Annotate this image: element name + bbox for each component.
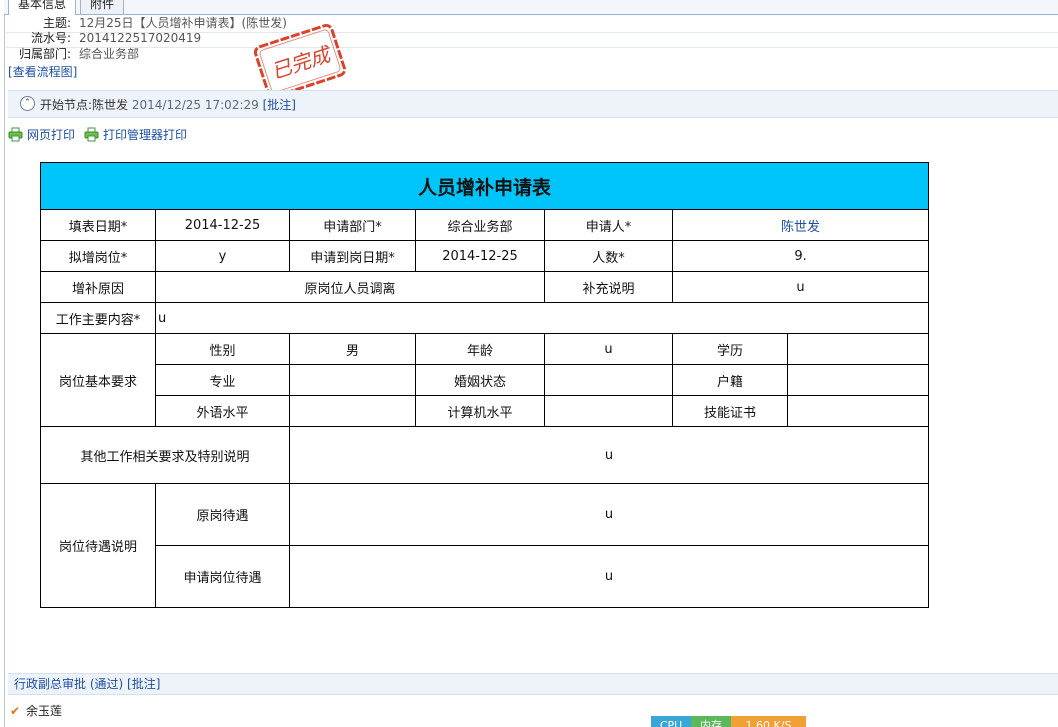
- duty-value: u: [154, 302, 930, 334]
- major-value: [289, 364, 416, 396]
- requirements-group-label: 岗位基本要求: [40, 333, 156, 427]
- serial-label: 流水号:: [30, 31, 71, 45]
- form-row: 岗位待遇说明 原岗待遇 u: [40, 483, 930, 608]
- tab-bar: 基本信息 附件: [4, 0, 1058, 15]
- form-row: 其他工作相关要求及特别说明 u: [40, 426, 930, 484]
- fill-date-value: 2014-12-25: [155, 209, 290, 241]
- arrival-date-value: 2014-12-25: [415, 240, 545, 272]
- form-row: 填表日期* 2014-12-25 申请部门* 综合业务部 申请人* 陈世发: [40, 209, 930, 241]
- position-value: y: [155, 240, 290, 272]
- subject-value: 12月25日【人员增补申请表】(陈世发): [79, 16, 287, 30]
- print-manager-label: 打印管理器打印: [103, 128, 188, 142]
- certificate-label: 技能证书: [672, 395, 788, 427]
- age-value: u: [544, 333, 673, 365]
- system-monitor-widget[interactable]: CPU 内存 1.60 K/S: [651, 716, 806, 727]
- collapse-icon[interactable]: ⌃: [20, 96, 35, 111]
- language-label: 外语水平: [155, 395, 290, 427]
- view-flowchart-link[interactable]: [查看流程图]: [8, 63, 77, 80]
- education-label: 学历: [672, 333, 788, 365]
- stamp-text: 已完成: [268, 41, 335, 83]
- reason-label: 增补原因: [40, 271, 156, 303]
- start-node-time: 2014/12/25 17:02:29: [131, 98, 259, 112]
- form-row: 外语水平 计算机水平 技能证书: [41, 395, 930, 427]
- form-row: 申请岗位待遇 u: [41, 545, 930, 608]
- applicant-label: 申请人*: [544, 209, 673, 241]
- form-row: 工作主要内容* u: [40, 302, 930, 334]
- memory-indicator: 内存: [691, 716, 731, 727]
- apply-dept-label: 申请部门*: [289, 209, 416, 241]
- check-icon: ✔: [10, 704, 21, 718]
- fill-date-label: 填表日期*: [40, 209, 156, 241]
- duty-label: 工作主要内容*: [40, 302, 156, 334]
- dept-value: 综合业务部: [79, 47, 140, 61]
- certificate-value: [786, 395, 930, 427]
- major-label: 专业: [155, 364, 290, 396]
- approver-name: 余玉莲: [26, 704, 63, 718]
- dept-label: 归属部门:: [18, 47, 71, 61]
- requested-salary-label: 申请岗位待遇: [155, 545, 290, 608]
- printer-icon: [84, 127, 99, 142]
- computer-label: 计算机水平: [415, 395, 545, 427]
- start-node-text: 开始节点:陈世发 2014/12/25 17:02:29 [批注]: [40, 96, 296, 113]
- approval-annotate-link[interactable]: [批注]: [127, 677, 160, 691]
- hukou-value: [786, 364, 930, 396]
- serial-value: 2014122517020419: [79, 31, 202, 45]
- other-requirements-value: u: [288, 426, 930, 484]
- start-node-label: 开始节点:: [40, 98, 93, 112]
- network-speed-indicator: 1.60 K/S: [731, 716, 806, 727]
- requested-salary-value: u: [288, 545, 930, 608]
- original-salary-label: 原岗待遇: [155, 483, 290, 546]
- tab-basic-info[interactable]: 基本信息: [8, 0, 77, 15]
- supplement-label: 补充说明: [544, 271, 673, 303]
- hukou-label: 户籍: [672, 364, 788, 396]
- cpu-indicator: CPU: [651, 716, 691, 727]
- salary-group-label: 岗位待遇说明: [40, 483, 156, 608]
- headcount-value: 9.: [671, 240, 930, 272]
- marital-label: 婚姻状态: [415, 364, 545, 396]
- start-node-annotate-link[interactable]: [批注]: [263, 98, 296, 112]
- gender-label: 性别: [155, 333, 290, 365]
- form-title-row: 人员增补申请表: [39, 162, 930, 210]
- gender-value: 男: [289, 333, 416, 365]
- headcount-label: 人数*: [544, 240, 673, 272]
- form-row: 拟增岗位* y 申请到岗日期* 2014-12-25 人数* 9.: [40, 240, 930, 272]
- marital-value: [544, 364, 673, 396]
- start-node-person: 陈世发: [92, 98, 129, 112]
- arrival-date-label: 申请到岗日期*: [289, 240, 416, 272]
- age-label: 年龄: [415, 333, 545, 365]
- form-row: 增补原因 原岗位人员调离 补充说明 u: [40, 271, 930, 303]
- printer-icon: [8, 127, 23, 142]
- web-print-label: 网页打印: [27, 128, 76, 142]
- approval-step-header: 行政副总审批 (通过) [批注]: [8, 673, 1058, 695]
- computer-value: [544, 395, 673, 427]
- subject-label: 主题:: [42, 16, 71, 30]
- form-row: 岗位基本要求 性别 男 年龄 u 学历: [40, 333, 930, 427]
- original-salary-value: u: [288, 483, 930, 546]
- approval-step-label: 行政副总审批 (通过): [14, 677, 124, 691]
- form-title: 人员增补申请表: [39, 162, 930, 210]
- start-node-header: ⌃ 开始节点:陈世发 2014/12/25 17:02:29 [批注]: [8, 90, 1058, 118]
- staffing-request-form: 人员增补申请表 填表日期* 2014-12-25 申请部门* 综合业务部 申请人…: [39, 162, 930, 608]
- approval-step-text: 行政副总审批 (通过) [批注]: [14, 674, 160, 694]
- form-row: 专业 婚姻状态 户籍: [41, 364, 930, 396]
- apply-dept-value: 综合业务部: [415, 209, 545, 241]
- tab-attachments[interactable]: 附件: [80, 0, 125, 14]
- position-label: 拟增岗位*: [40, 240, 156, 272]
- other-requirements-label: 其他工作相关要求及特别说明: [40, 426, 290, 484]
- education-value: [786, 333, 930, 365]
- meta-divider: [6, 47, 1058, 48]
- reason-value: 原岗位人员调离: [155, 271, 545, 303]
- applicant-value[interactable]: 陈世发: [671, 209, 930, 241]
- language-value: [289, 395, 416, 427]
- supplement-value: u: [671, 271, 930, 303]
